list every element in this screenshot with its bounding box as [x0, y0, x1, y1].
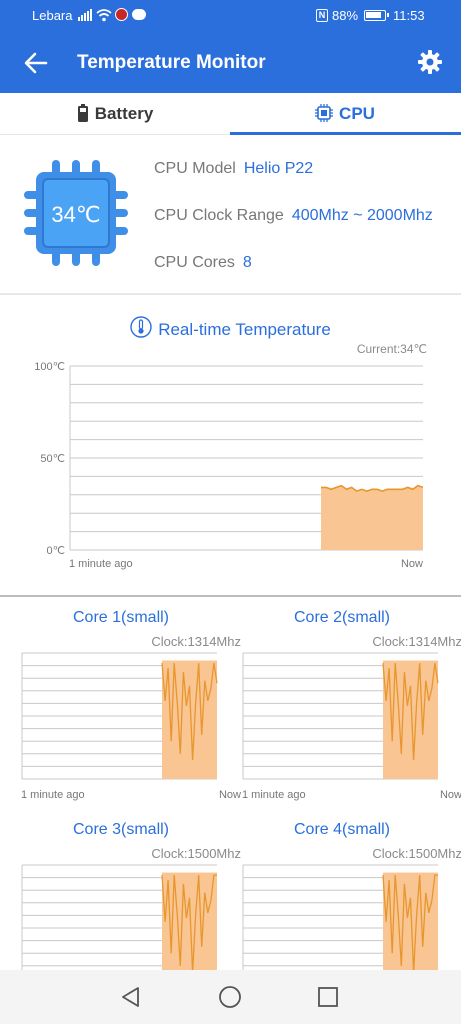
- message-notification-icon: [132, 9, 146, 20]
- realtime-title-row: Real-time Temperature: [0, 316, 461, 340]
- system-nav-bar: [0, 970, 461, 1024]
- clock: 11:53: [393, 8, 425, 23]
- divider: [0, 293, 461, 295]
- x-label-start: 1 minute ago: [242, 789, 306, 801]
- divider: [0, 595, 461, 597]
- cpu-cores-value: 8: [242, 254, 252, 271]
- realtime-title: Real-time Temperature: [158, 320, 331, 339]
- status-bar: Lebara N 88% 11:53: [0, 0, 461, 32]
- cpu-clock-value: 400Mhz ~ 2000Mhz: [291, 207, 433, 224]
- core-title: Core 3(small): [72, 821, 169, 838]
- battery-icon: [364, 10, 389, 21]
- x-label-start: 1 minute ago: [21, 789, 85, 801]
- thermometer-icon: [130, 316, 152, 338]
- notification-app-icon: [115, 8, 128, 21]
- y-tick-label: 100℃: [34, 361, 65, 373]
- cpu-clock-row: CPU Clock Range 400Mhz ~ 2000Mhz: [154, 207, 433, 225]
- cpu-info-panel: 34℃ CPU Model Helio P22 CPU Clock Range 40…: [0, 136, 461, 294]
- x-label-end: Now: [439, 789, 461, 801]
- carrier-name: Lebara: [32, 8, 73, 23]
- y-tick-label: 0℃: [47, 545, 65, 557]
- app-bar: Temperature Monitor: [0, 32, 461, 93]
- nav-recents-icon[interactable]: [316, 985, 340, 1009]
- cpu-model-label: CPU Model: [154, 160, 236, 177]
- battery-tab-icon: [77, 104, 88, 122]
- y-tick-label: 50℃: [40, 453, 65, 465]
- nav-home-icon[interactable]: [218, 985, 242, 1009]
- wifi-icon: [96, 9, 112, 22]
- page-title: Temperature Monitor: [77, 52, 266, 73]
- active-tab-indicator: [230, 132, 461, 135]
- x-label-start: 1 minute ago: [69, 558, 133, 570]
- x-label-end: Now: [218, 789, 241, 801]
- nfc-icon: N: [316, 9, 328, 22]
- core-title: Core 4(small): [293, 821, 390, 838]
- core-1-panel: Core 1(small) Clock:1314Mhz 1 minute ago…: [21, 609, 243, 819]
- core-1-chart: [21, 652, 218, 780]
- x-label-end: Now: [401, 558, 423, 570]
- settings-gear-icon[interactable]: [416, 48, 444, 76]
- cpu-cores-label: CPU Cores: [154, 254, 235, 271]
- core-title: Core 2(small): [293, 609, 390, 626]
- core-title: Core 1(small): [72, 609, 169, 626]
- tab-cpu[interactable]: CPU: [230, 93, 460, 135]
- cpu-tab-icon: [315, 104, 334, 122]
- tab-battery-label: Battery: [94, 104, 154, 123]
- tab-bar: Battery CPU: [0, 93, 461, 135]
- core-2-panel: Core 2(small) Clock:1314Mhz 1 minute ago…: [242, 609, 461, 819]
- battery-percentage: 88%: [332, 8, 359, 23]
- cpu-clock-label: CPU Clock Range: [154, 207, 284, 224]
- realtime-temperature-chart: 100℃ 50℃ 0℃ 1 minute ago Now: [34, 361, 424, 570]
- cpu-temperature-value: 34℃: [51, 202, 101, 227]
- tab-battery[interactable]: Battery: [0, 93, 230, 135]
- cpu-model-row: CPU Model Helio P22: [154, 160, 313, 178]
- tab-cpu-label: CPU: [339, 104, 375, 123]
- core-2-chart: [242, 652, 439, 780]
- cpu-model-value: Helio P22: [243, 160, 314, 177]
- cpu-cores-row: CPU Cores 8: [154, 254, 252, 272]
- temperature-area: [321, 485, 423, 550]
- nav-back-icon[interactable]: [119, 985, 143, 1009]
- signal-icon: [78, 9, 92, 21]
- back-arrow-icon[interactable]: [22, 49, 50, 77]
